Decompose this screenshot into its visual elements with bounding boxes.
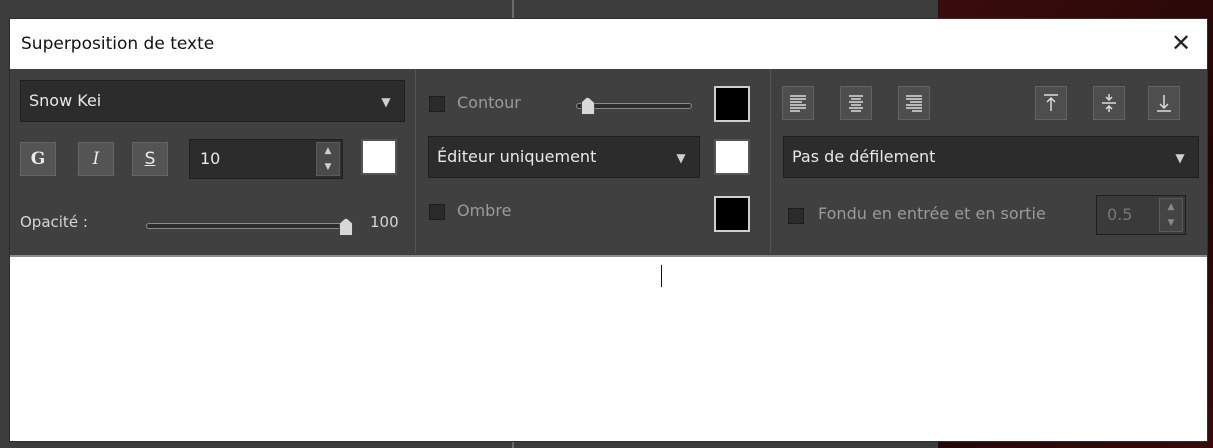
align-bottom-icon[interactable]: [1148, 86, 1180, 120]
text-editor[interactable]: [10, 255, 1207, 441]
spin-up-icon[interactable]: ▲: [1160, 199, 1182, 215]
font-size-stepper[interactable]: 10 ▲ ▼: [189, 139, 343, 179]
align-middle-icon[interactable]: [1093, 86, 1125, 120]
display-mode-value: Éditeur uniquement: [437, 147, 597, 166]
dialog-title: Superposition de texte: [21, 34, 215, 54]
align-left-icon[interactable]: [782, 86, 814, 120]
close-icon[interactable]: ✕: [1165, 27, 1197, 59]
text-color-swatch[interactable]: [361, 139, 397, 175]
contour-label: Contour: [457, 93, 521, 112]
shadow-label: Ombre: [457, 201, 512, 220]
text-overlay-dialog: Superposition de texte ✕ Snow Kei ▼ G I …: [9, 18, 1208, 442]
effects-panel: Contour Éditeur uniquement ▼ Ombre: [416, 69, 770, 253]
contour-color-swatch[interactable]: [714, 86, 750, 122]
underline-button[interactable]: S: [132, 142, 168, 176]
font-family-value: Snow Kei: [29, 91, 102, 110]
opacity-slider-handle[interactable]: [339, 218, 353, 236]
fade-duration-value: 0.5: [1107, 205, 1133, 224]
shadow-checkbox[interactable]: [429, 204, 445, 220]
bold-button[interactable]: G: [20, 142, 56, 176]
chevron-down-icon[interactable]: ▼: [1166, 138, 1194, 176]
spin-up-icon[interactable]: ▲: [317, 143, 339, 159]
spin-down-icon[interactable]: ▼: [317, 159, 339, 175]
contour-checkbox[interactable]: [429, 96, 445, 112]
display-mode-select[interactable]: Éditeur uniquement ▼: [428, 136, 700, 178]
chevron-down-icon[interactable]: ▼: [667, 138, 695, 176]
layout-panel: Pas de défilement ▼ Fondu en entrée et e…: [771, 69, 1207, 253]
chevron-down-icon[interactable]: ▼: [372, 82, 400, 120]
font-family-select[interactable]: Snow Kei ▼: [20, 80, 405, 122]
align-center-icon[interactable]: [840, 86, 872, 120]
shadow-color-swatch[interactable]: [714, 196, 750, 232]
fade-spin[interactable]: ▲ ▼: [1159, 198, 1183, 232]
scroll-mode-value: Pas de défilement: [792, 147, 936, 166]
contour-slider-handle[interactable]: [580, 97, 595, 115]
italic-button[interactable]: I: [78, 142, 114, 176]
font-panel: Snow Kei ▼ G I S 10 ▲ ▼ Opacité : 100: [10, 69, 406, 253]
title-bar: Superposition de texte ✕: [10, 19, 1207, 69]
opacity-value: 100: [370, 213, 399, 231]
fade-duration-stepper[interactable]: 0.5 ▲ ▼: [1096, 195, 1186, 235]
font-size-spin[interactable]: ▲ ▼: [316, 142, 340, 176]
font-size-value: 10: [200, 149, 221, 168]
fade-checkbox[interactable]: [788, 208, 804, 224]
spin-down-icon[interactable]: ▼: [1160, 215, 1182, 231]
fade-label: Fondu en entrée et en sortie: [818, 204, 1046, 223]
display-color-swatch[interactable]: [714, 139, 750, 175]
opacity-label: Opacité :: [20, 213, 88, 231]
align-top-icon[interactable]: [1035, 86, 1067, 120]
opacity-slider[interactable]: [146, 223, 346, 229]
text-cursor: [661, 265, 662, 287]
align-right-icon[interactable]: [898, 86, 930, 120]
scroll-mode-select[interactable]: Pas de défilement ▼: [783, 136, 1199, 178]
